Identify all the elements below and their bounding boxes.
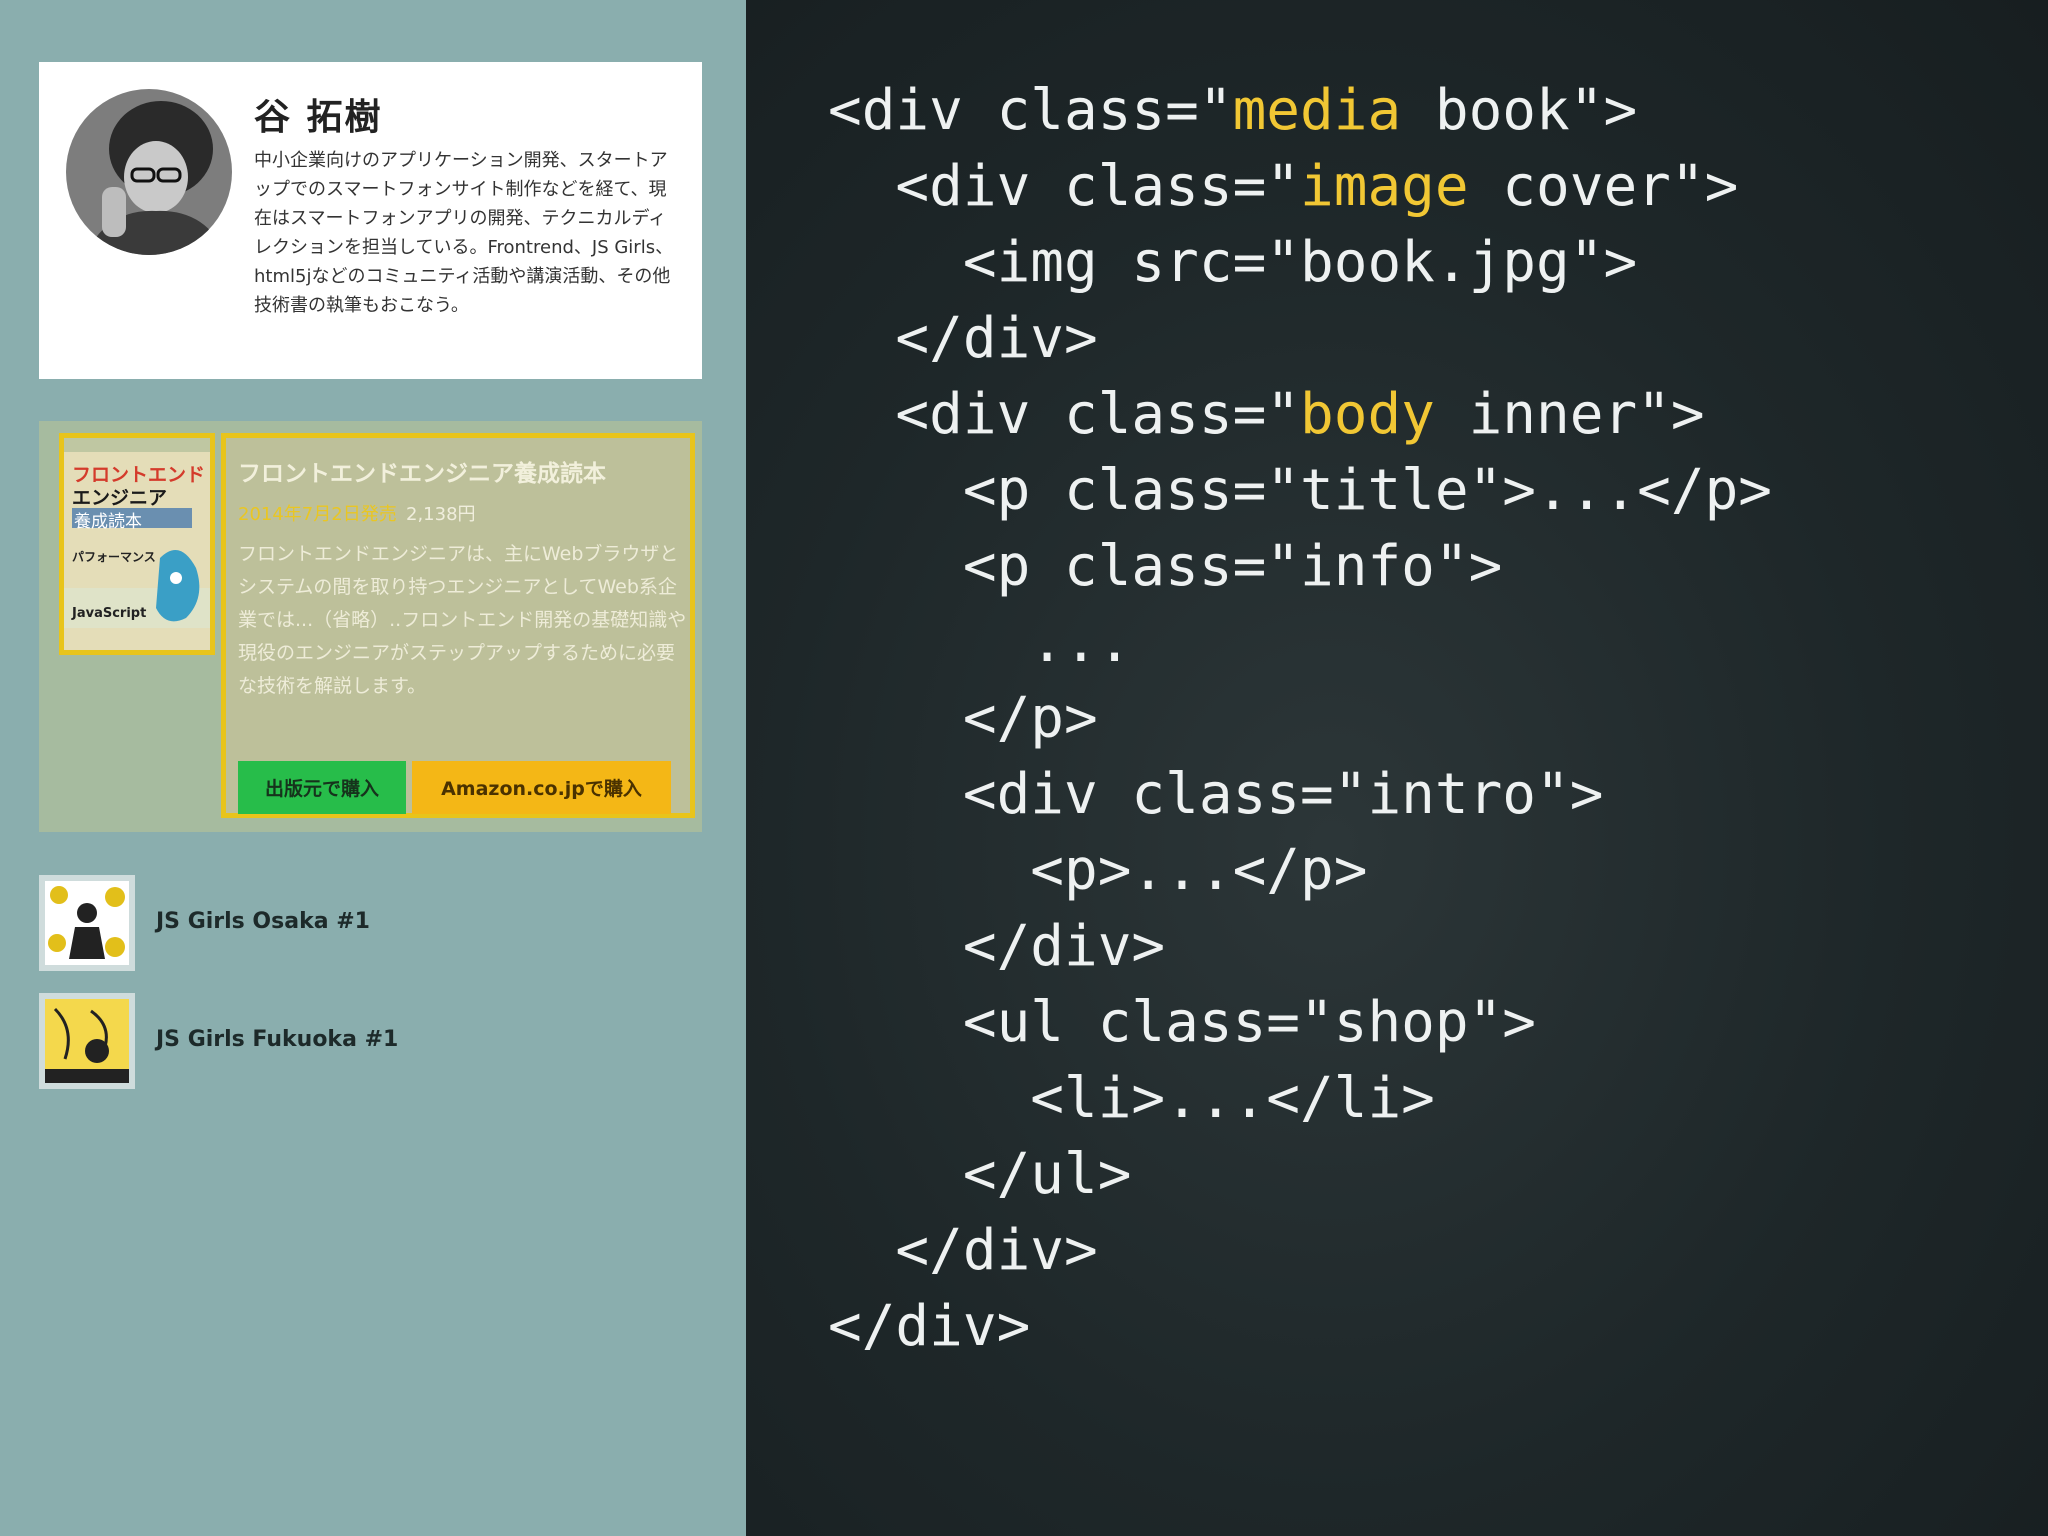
- profile-name: 谷 拓樹: [254, 97, 383, 138]
- code-line: <p class="title">...</p>: [828, 458, 1773, 523]
- html-code-block: <div class="media book"> <div class="ima…: [828, 73, 1772, 1365]
- book-body: フロントエンドエンジニア養成読本 2014年7月2日発売 2,138円 フロント…: [221, 433, 695, 818]
- code-line: <div class="body inner">: [828, 377, 1772, 453]
- book-price: 2,138円: [406, 504, 476, 525]
- cover-title-line2: エンジニア: [72, 487, 168, 509]
- book-intro: フロントエンドエンジニアは、主にWebブラウザとシステムの間を取り持つエンジニア…: [238, 543, 687, 697]
- code-line: ...: [828, 610, 1132, 675]
- code-line: <p class="info">: [828, 534, 1503, 599]
- code-line: </div>: [828, 914, 1166, 979]
- event-item[interactable]: JS Girls Fukuoka #1: [39, 993, 679, 1089]
- event-thumbnail[interactable]: [39, 875, 135, 971]
- avatar: [66, 89, 232, 255]
- cover-js-label: JavaScript: [72, 606, 147, 621]
- code-line: <div class="intro">: [828, 762, 1604, 827]
- code-line: <div class="image cover">: [828, 149, 1772, 225]
- code-text: <div class=": [828, 78, 1233, 143]
- cover-title-line3: 養成読本: [74, 512, 142, 532]
- code-text: <div class=": [828, 154, 1301, 219]
- code-line: <img src="book.jpg">: [828, 230, 1638, 295]
- event-title[interactable]: JS Girls Fukuoka #1: [156, 1027, 398, 1052]
- profile-bio: 中小企業向けのアプリケーション開発、スタートアップでのスマートフォンサイト制作な…: [254, 150, 674, 316]
- book-media-card: フロントエンド エンジニア 養成読本 パフォーマンス JavaScript フロ…: [39, 421, 702, 832]
- left-panel: 谷 拓樹 中小企業向けのアプリケーション開発、スタートアップでのスマートフォンサ…: [0, 0, 746, 1536]
- code-line: </div>: [828, 1218, 1098, 1283]
- book-cover-image[interactable]: フロントエンド エンジニア 養成読本 パフォーマンス JavaScript: [59, 433, 215, 655]
- code-line: </ul>: [828, 1142, 1132, 1207]
- code-line: <li>...</li>: [828, 1066, 1435, 1131]
- buy-on-amazon-button[interactable]: Amazon.co.jpで購入: [412, 761, 671, 814]
- profile-card: 谷 拓樹 中小企業向けのアプリケーション開発、スタートアップでのスマートフォンサ…: [39, 62, 702, 379]
- code-line: <p>...</p>: [828, 838, 1368, 903]
- code-line: </div>: [828, 306, 1098, 371]
- event-item[interactable]: JS Girls Osaka #1: [39, 875, 679, 971]
- highlighted-class-media: media: [1232, 78, 1402, 143]
- code-text: cover">: [1468, 154, 1739, 219]
- book-title[interactable]: フロントエンドエンジニア養成読本: [238, 454, 606, 488]
- code-line: </p>: [828, 686, 1098, 751]
- code-text: inner">: [1434, 382, 1705, 447]
- highlighted-class-image: image: [1300, 154, 1469, 219]
- code-line: <div class="media book">: [828, 73, 1772, 149]
- highlighted-class-body: body: [1300, 382, 1435, 447]
- event-thumbnail[interactable]: [39, 993, 135, 1089]
- code-line: </div>: [828, 1294, 1031, 1359]
- code-text: <div class=": [828, 382, 1301, 447]
- book-release-date: 2014年7月2日発売: [238, 504, 397, 525]
- code-text: book">: [1401, 78, 1638, 143]
- event-title[interactable]: JS Girls Osaka #1: [156, 909, 370, 934]
- buy-from-publisher-button[interactable]: 出版元で購入: [238, 761, 406, 814]
- code-line: <ul class="shop">: [828, 990, 1537, 1055]
- cover-subtitle: パフォーマンス: [72, 550, 156, 564]
